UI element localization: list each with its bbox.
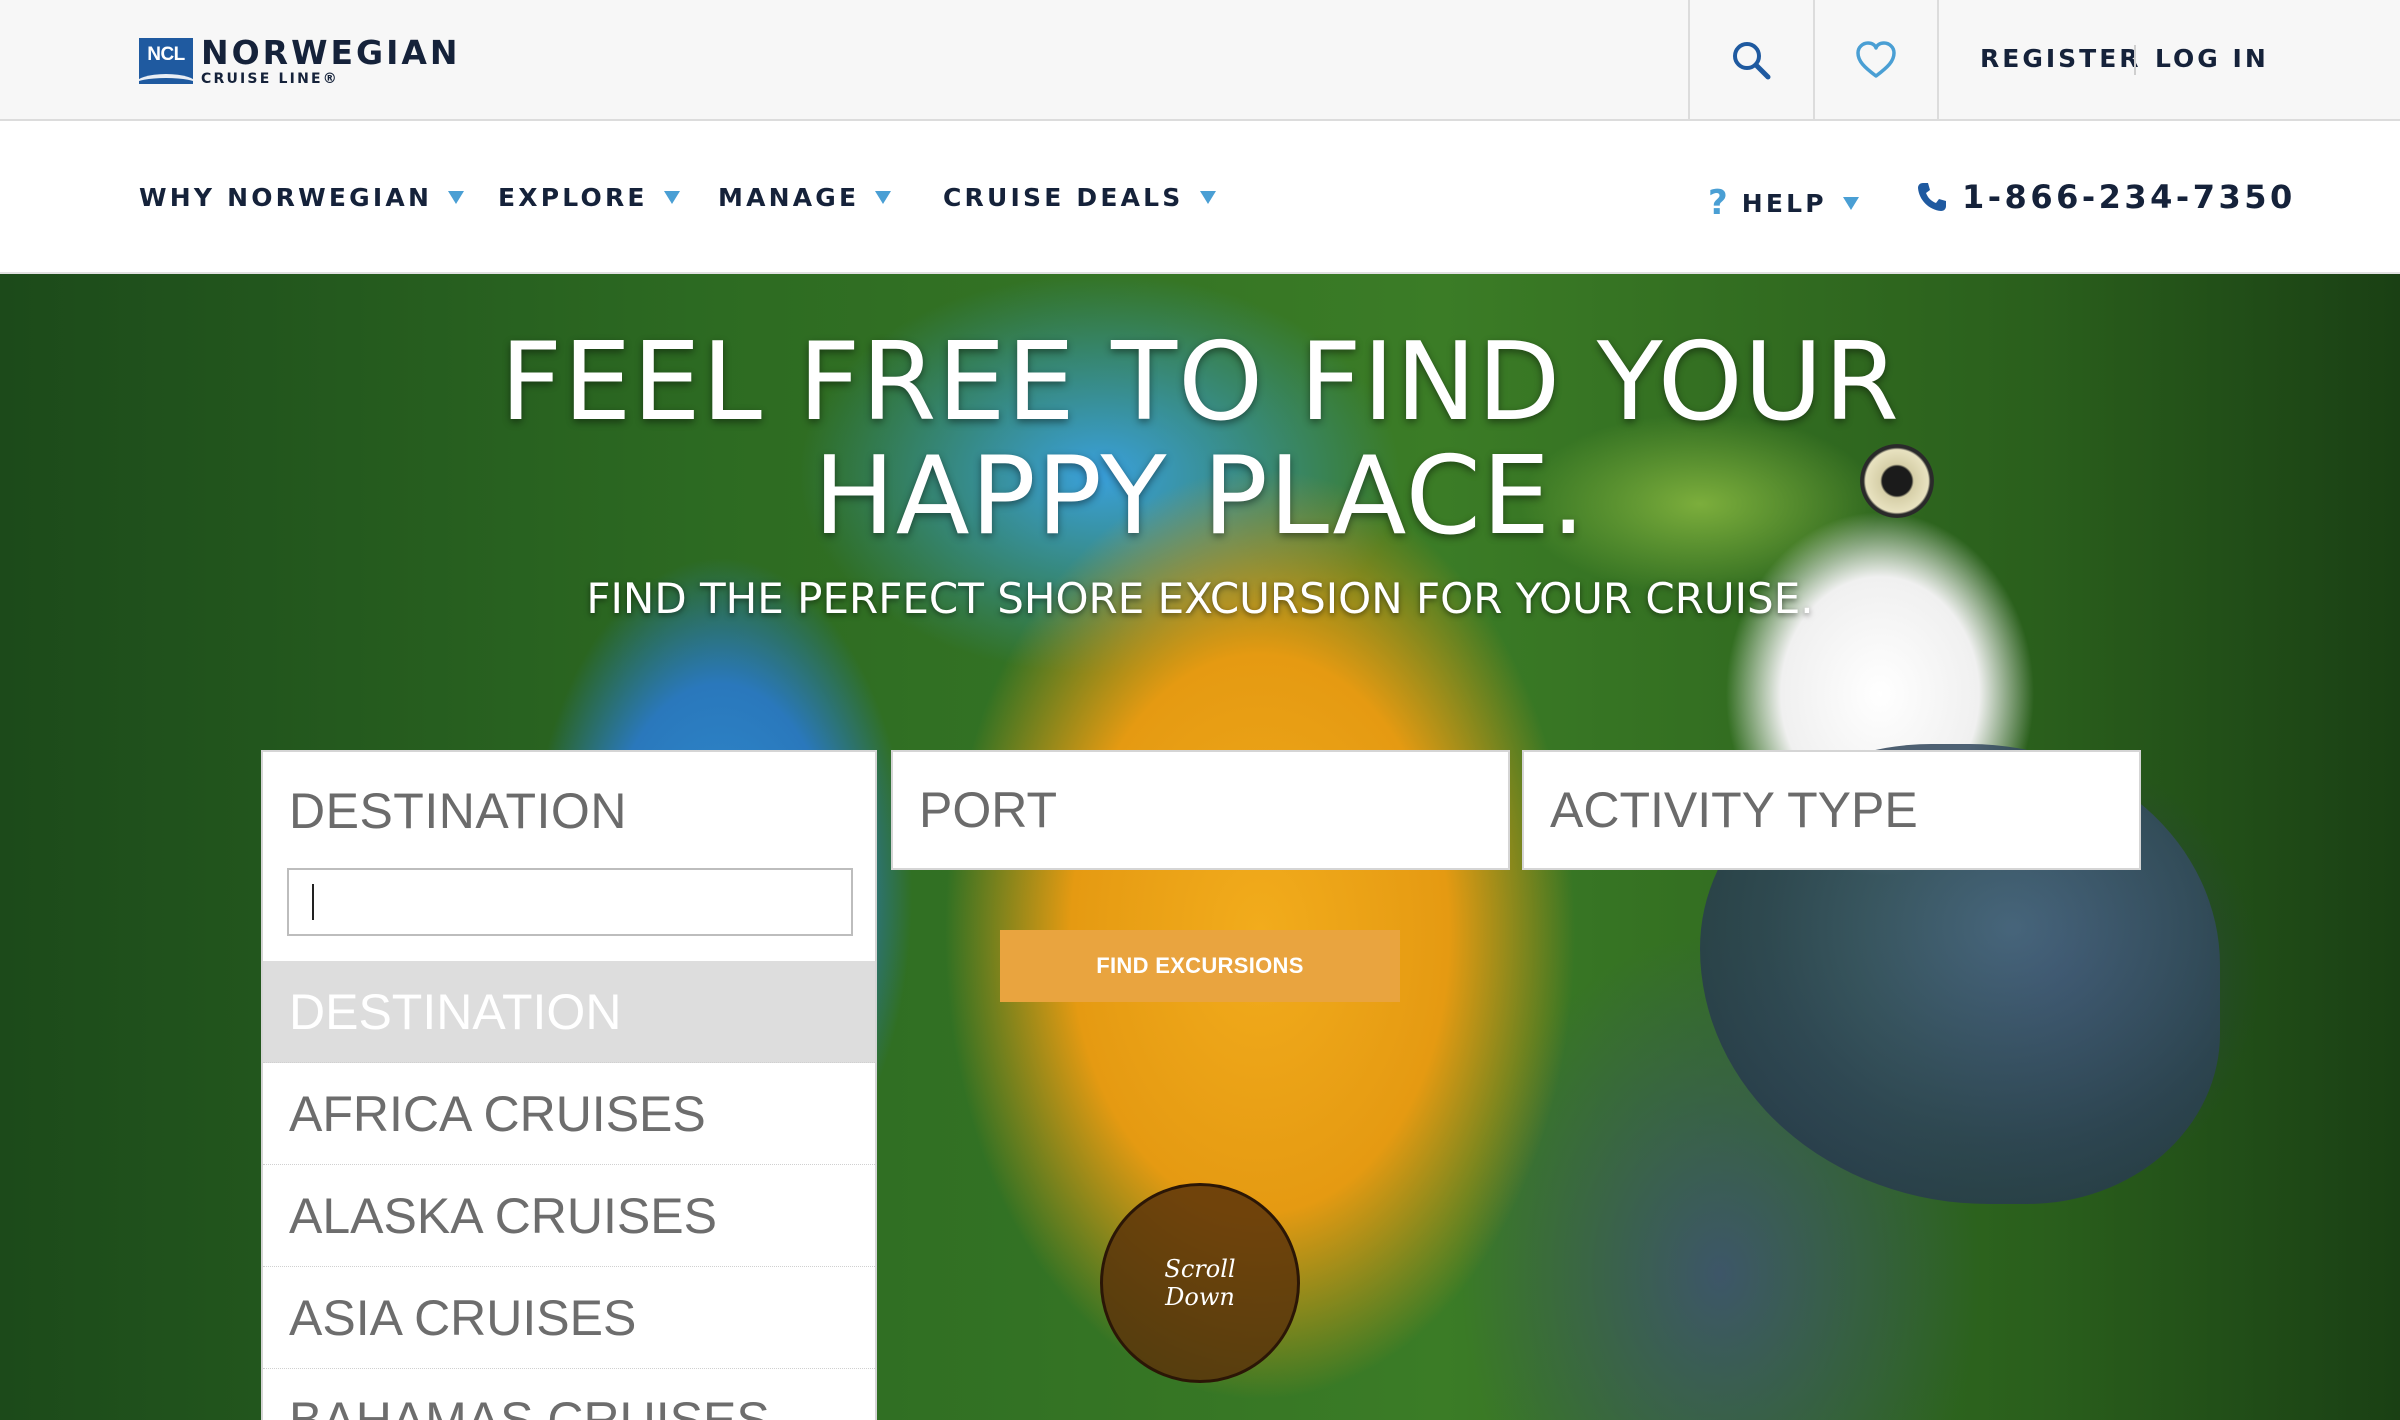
heart-icon: [1856, 40, 1896, 78]
scroll-down-label: Scroll Down: [1145, 1255, 1255, 1311]
logo-subline: CRUISE LINE®: [201, 70, 339, 87]
utility-divider: [1937, 0, 1939, 119]
wave-icon: [139, 73, 193, 84]
destination-option[interactable]: BAHAMAS CRUISES: [263, 1369, 875, 1420]
nav-manage[interactable]: MANAGE: [718, 183, 892, 212]
phone-number: 1-866-234-7350: [1962, 178, 2296, 216]
caret-down-icon: [663, 191, 680, 204]
nav-cruise-deals-label: CRUISE DEALS: [943, 183, 1184, 212]
activity-type-select[interactable]: ACTIVITY TYPE: [1522, 750, 2141, 870]
caret-down-icon: [1842, 196, 1859, 210]
search-button[interactable]: [1688, 0, 1812, 119]
phone-icon: [1918, 183, 1946, 211]
activity-type-select-label: ACTIVITY TYPE: [1550, 782, 1918, 838]
scroll-down-line1: Scroll: [1164, 1255, 1236, 1283]
destination-options-list: DESTINATION AFRICA CRUISES ALASKA CRUISE…: [263, 961, 875, 1420]
nav-cruise-deals[interactable]: CRUISE DEALS: [943, 183, 1216, 212]
main-navigation: WHY NORWEGIAN EXPLORE MANAGE CRUISE DEAL…: [0, 121, 2400, 274]
hero-title: FEEL FREE TO FIND YOUR HAPPY PLACE.: [0, 326, 2400, 554]
caret-down-icon: [448, 191, 465, 204]
favorites-button[interactable]: [1813, 0, 1937, 119]
nav-help-label: HELP: [1741, 188, 1827, 218]
question-icon: ?: [1708, 183, 1728, 223]
nav-why-norwegian[interactable]: WHY NORWEGIAN: [139, 183, 465, 212]
nav-manage-label: MANAGE: [718, 183, 860, 212]
hero-subtitle: FIND THE PERFECT SHORE EXCURSION FOR YOU…: [586, 574, 1814, 623]
top-utility-bar: NCL NORWEGIAN CRUISE LINE® REGISTER LOG …: [0, 0, 2400, 121]
caret-down-icon: [875, 191, 892, 204]
destination-option[interactable]: DESTINATION: [263, 961, 875, 1063]
scroll-down-line2: Down: [1165, 1283, 1235, 1311]
auth-separator: [2134, 45, 2136, 75]
destination-search-input[interactable]: [287, 868, 853, 936]
destination-option[interactable]: ALASKA CRUISES: [263, 1165, 875, 1267]
register-link[interactable]: REGISTER: [1980, 44, 2142, 73]
destination-dropdown[interactable]: DESTINATION DESTINATION AFRICA CRUISES A…: [261, 750, 877, 1420]
caret-down-icon: [1199, 191, 1216, 204]
port-select[interactable]: PORT: [891, 750, 1510, 870]
ncl-logo[interactable]: NCL NORWEGIAN CRUISE LINE®: [139, 33, 461, 88]
destination-option[interactable]: AFRICA CRUISES: [263, 1063, 875, 1165]
nav-help[interactable]: ? HELP: [1708, 183, 1859, 223]
hero-title-line1: FEEL FREE TO FIND YOUR: [500, 320, 1900, 445]
destination-option[interactable]: ASIA CRUISES: [263, 1267, 875, 1369]
port-select-label: PORT: [919, 782, 1057, 838]
find-excursions-button[interactable]: FIND EXCURSIONS: [1000, 930, 1400, 1002]
ncl-badge-icon: NCL: [139, 37, 193, 84]
text-cursor: [312, 884, 314, 920]
phone-link[interactable]: 1-866-234-7350: [1916, 178, 2296, 216]
ncl-badge-text: NCL: [147, 43, 185, 65]
hero-title-line2: HAPPY PLACE.: [813, 434, 1587, 559]
destination-label[interactable]: DESTINATION: [289, 782, 627, 840]
nav-explore-label: EXPLORE: [498, 183, 648, 212]
logo-name: NORWEGIAN: [201, 32, 461, 72]
scroll-down-button[interactable]: Scroll Down: [1100, 1183, 1300, 1383]
nav-explore[interactable]: EXPLORE: [498, 183, 680, 212]
login-link[interactable]: LOG IN: [2155, 44, 2269, 73]
search-icon: [1733, 41, 1771, 79]
nav-why-norwegian-label: WHY NORWEGIAN: [139, 183, 433, 212]
logo-wordmark: NORWEGIAN CRUISE LINE®: [201, 36, 461, 86]
